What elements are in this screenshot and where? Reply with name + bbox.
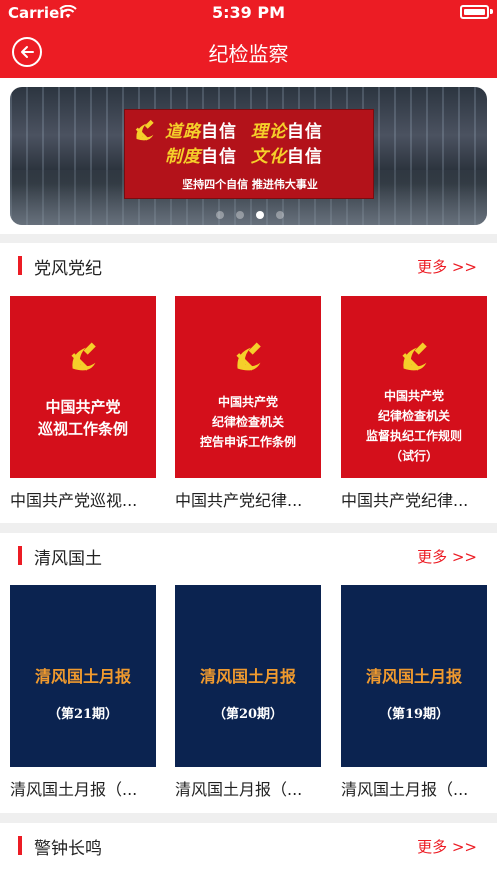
section-title: 党风党纪 — [34, 259, 102, 279]
app-screen: Carrier 5:39 PM 纪检监察 道路自信 理论自信 制度自信 文化自信… — [0, 0, 497, 883]
pager-dot[interactable] — [236, 211, 244, 219]
cover-line: 中国共产党 — [217, 395, 278, 409]
main-content: 道路自信 理论自信 制度自信 文化自信 坚持四个自信 推进伟大事业 党风党纪 更… — [0, 78, 497, 883]
section-title: 清风国土 — [34, 549, 102, 569]
section-header: 党风党纪 更多 >> — [0, 243, 497, 287]
cover-line: 纪律检查机关 — [211, 415, 284, 429]
cover-line: 中国共产党 — [45, 398, 121, 416]
cover-line: 监督执纪工作规则 — [365, 429, 462, 443]
section-title: 警钟长鸣 — [34, 839, 102, 859]
banner-text-zixin-2: 自信 — [286, 122, 323, 142]
cover-line: 纪律检查机关 — [377, 409, 450, 423]
cover-line: 中国共产党 — [383, 389, 444, 403]
cover-line: （试行） — [389, 449, 438, 463]
pager-dot[interactable] — [276, 211, 284, 219]
section-accent-bar — [18, 546, 22, 565]
banner-slogan-panel: 道路自信 理论自信 制度自信 文化自信 坚持四个自信 推进伟大事业 — [124, 109, 374, 199]
book-caption: 中国共产党纪律... — [341, 491, 469, 510]
party-emblem-icon — [71, 342, 96, 371]
book-cover: 中国共产党 纪律检查机关 监督执纪工作规则 （试行） — [341, 296, 487, 478]
section-accent-bar — [18, 256, 22, 275]
report-title: 清风国土月报 — [199, 667, 296, 686]
cover-line: 巡视工作条例 — [37, 420, 128, 438]
banner-container: 道路自信 理论自信 制度自信 文化自信 坚持四个自信 推进伟大事业 — [0, 78, 497, 234]
report-cover: 清风国土月报 （第21期） — [10, 585, 156, 767]
banner-pager-dots[interactable] — [216, 204, 296, 219]
report-caption: 清风国土月报（... — [341, 780, 469, 799]
book-caption: 中国共产党纪律... — [175, 491, 303, 510]
banner-line-1: 道路自信 理论自信 — [165, 117, 323, 142]
party-emblem-icon — [402, 342, 427, 371]
report-title: 清风国土月报 — [34, 667, 131, 686]
cover-line: 控告申诉工作条例 — [199, 435, 296, 449]
section-header: 警钟长鸣 更多 >> — [0, 823, 497, 867]
report-caption: 清风国土月报（... — [10, 780, 138, 799]
banner-line-2: 制度自信 文化自信 — [165, 142, 323, 167]
battery-icon — [460, 5, 489, 19]
banner-text-zixin-3: 自信 — [201, 147, 237, 167]
report-issue: （第20期） — [212, 707, 284, 722]
banner-text-wenhua: 文化 — [250, 147, 287, 167]
report-issue: （第21期） — [47, 707, 119, 722]
banner-text-zixin-4: 自信 — [286, 147, 323, 167]
cover-text: 中国共产党 巡视工作条例 — [10, 396, 156, 440]
banner-text-zhidu: 制度 — [165, 147, 201, 167]
page-title: 纪检监察 — [208, 42, 289, 66]
cover-text: 中国共产党 纪律检查机关 控告申诉工作条例 — [175, 392, 321, 452]
banner-subtitle: 坚持四个自信 推进伟大事业 — [182, 178, 318, 191]
banner-text-lilun: 理论 — [250, 122, 287, 142]
report-issue: （第19期） — [378, 707, 450, 722]
report-title: 清风国土月报 — [365, 667, 462, 686]
section-dangfeng: 党风党纪 更多 >> 中国共产党 巡视工作条例 中国共产党巡视... 中国共产党… — [0, 243, 497, 523]
top-bar: Carrier 5:39 PM 纪检监察 — [0, 0, 497, 78]
status-bar: Carrier 5:39 PM — [0, 0, 497, 27]
more-link[interactable]: 更多 >> — [417, 546, 477, 567]
banner-text-zixin-1: 自信 — [201, 122, 237, 142]
banner-text-daolu: 道路 — [165, 122, 201, 142]
status-time: 5:39 PM — [211, 3, 285, 22]
book-cover: 中国共产党 纪律检查机关 控告申诉工作条例 — [175, 296, 321, 478]
cover-text: 中国共产党 纪律检查机关 监督执纪工作规则 （试行） — [341, 386, 487, 466]
more-link[interactable]: 更多 >> — [417, 836, 477, 857]
banner-carousel[interactable]: 道路自信 理论自信 制度自信 文化自信 坚持四个自信 推进伟大事业 — [10, 87, 487, 225]
pager-dot[interactable] — [256, 211, 264, 219]
section-jingzhong: 警钟长鸣 更多 >> — [0, 823, 497, 883]
report-cover: 清风国土月报 （第19期） — [341, 585, 487, 767]
book-caption: 中国共产党巡视... — [10, 491, 138, 510]
section-qingfeng: 清风国土 更多 >> 清风国土月报 （第21期） 清风国土月报（... 清风国土… — [0, 533, 497, 813]
book-cover: 中国共产党 巡视工作条例 — [10, 296, 156, 478]
more-link[interactable]: 更多 >> — [417, 256, 477, 277]
party-emblem-icon — [236, 342, 261, 371]
section-accent-bar — [18, 836, 22, 855]
party-emblem-icon — [135, 119, 154, 141]
section-header: 清风国土 更多 >> — [0, 533, 497, 577]
report-cover: 清风国土月报 （第20期） — [175, 585, 321, 767]
battery-tip — [490, 9, 493, 14]
pager-dot[interactable] — [216, 211, 224, 219]
report-caption: 清风国土月报（... — [175, 780, 303, 799]
